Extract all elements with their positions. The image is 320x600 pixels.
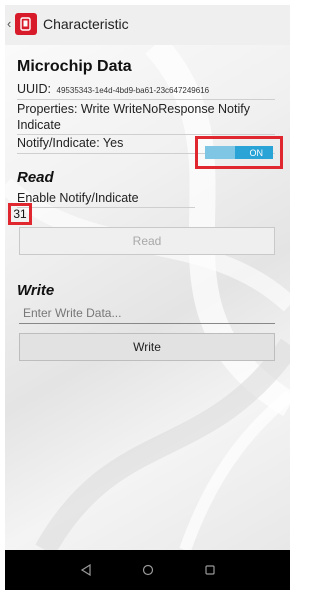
system-nav-bar (5, 550, 290, 590)
properties-row: Properties: Write WriteNoResponse Notify… (17, 101, 275, 135)
back-icon[interactable]: ‹ (7, 17, 11, 31)
page-title: Characteristic (43, 16, 129, 32)
read-value: 31 (8, 203, 32, 225)
recents-nav-icon[interactable] (201, 561, 219, 579)
home-nav-icon[interactable] (139, 561, 157, 579)
uuid-label: UUID: (17, 82, 52, 96)
enable-notify-label: Enable Notify/Indicate (17, 191, 195, 208)
write-heading: Write (17, 282, 55, 299)
toggle-state: ON (249, 147, 264, 158)
screen: ‹ Characteristic Microchip Data UUID: 49… (5, 5, 290, 590)
uuid-row: UUID: 49535343-1e4d-4bd9-ba61-23c6472496… (17, 82, 275, 100)
uuid-value: 49535343-1e4d-4bd9-ba61-23c647249616 (56, 86, 210, 95)
write-data-input[interactable] (19, 302, 275, 324)
toggle-knob (205, 146, 235, 159)
write-button[interactable]: Write (19, 333, 275, 361)
app-logo-icon[interactable] (15, 13, 37, 35)
notify-toggle[interactable]: ON (195, 136, 283, 169)
back-nav-icon[interactable] (77, 561, 95, 579)
app-bar: ‹ Characteristic (5, 5, 290, 46)
read-heading: Read (17, 169, 54, 186)
toggle-switch[interactable]: ON (205, 146, 273, 159)
info-heading: Microchip Data (17, 58, 132, 75)
read-button[interactable]: Read (19, 227, 275, 255)
